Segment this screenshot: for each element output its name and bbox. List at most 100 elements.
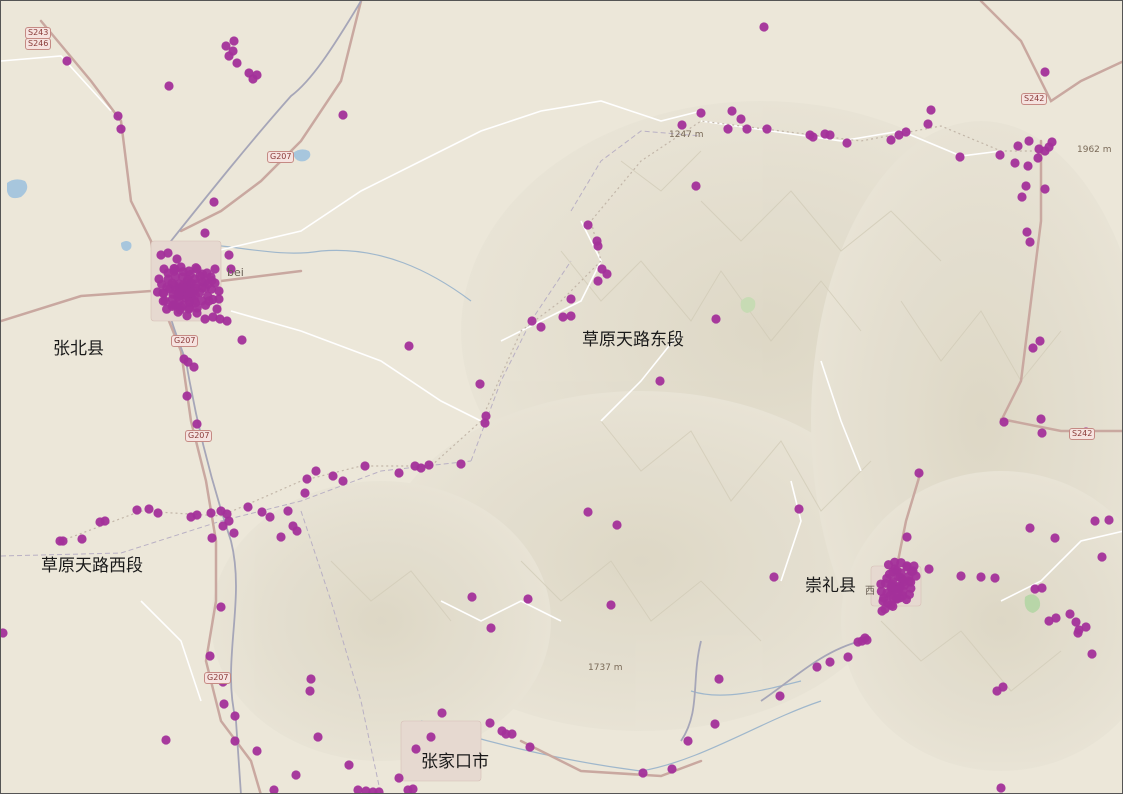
location-point: [794, 504, 804, 514]
location-point: [566, 294, 576, 304]
location-point: [210, 264, 220, 274]
location-point: [328, 471, 338, 481]
location-point: [163, 248, 173, 258]
location-point: [924, 564, 934, 574]
location-point: [204, 296, 214, 306]
location-point: [901, 127, 911, 137]
location-point: [475, 379, 485, 389]
location-point: [283, 506, 293, 516]
location-point: [1104, 515, 1114, 525]
road-shield-g207-b: G207: [171, 335, 199, 347]
location-point: [1071, 617, 1081, 627]
location-point: [1097, 552, 1107, 562]
location-point: [153, 508, 163, 518]
location-point: [265, 512, 275, 522]
elevation-label-3: 1962 m: [1077, 145, 1112, 155]
elevation-label-1: 1247 m: [669, 130, 704, 140]
location-point: [207, 533, 217, 543]
map-canvas[interactable]: S243 S246 G207 G207 G207 G207 S242 S242 …: [0, 0, 1123, 794]
location-point: [1025, 237, 1035, 247]
location-point: [228, 46, 238, 56]
location-point: [996, 783, 1006, 793]
location-point: [248, 74, 258, 84]
location-point: [842, 138, 852, 148]
location-point: [437, 708, 447, 718]
location-point: [411, 744, 421, 754]
location-point: [206, 508, 216, 518]
location-point: [825, 657, 835, 667]
location-point: [1081, 622, 1091, 632]
location-point: [176, 302, 186, 312]
location-point: [456, 459, 466, 469]
location-point: [237, 335, 247, 345]
location-point: [195, 271, 205, 281]
location-point: [592, 236, 602, 246]
location-point: [759, 22, 769, 32]
basemap: [1, 1, 1122, 793]
location-point: [276, 532, 286, 542]
location-point: [902, 532, 912, 542]
location-point: [158, 288, 168, 298]
location-point: [311, 466, 321, 476]
road-shield-s242: S242: [1021, 93, 1048, 105]
location-point: [901, 594, 912, 605]
location-point: [990, 573, 1000, 583]
road-shield-s246: S246: [25, 38, 52, 50]
label-zhangbei-county: 张北县: [53, 339, 104, 359]
location-point: [878, 596, 888, 606]
location-point: [898, 586, 908, 596]
location-point: [243, 502, 253, 512]
location-point: [184, 266, 194, 276]
location-point: [812, 662, 822, 672]
location-point: [486, 623, 496, 633]
location-point: [338, 476, 348, 486]
road-shield-g207-c: G207: [185, 430, 213, 442]
location-point: [995, 150, 1005, 160]
location-point: [404, 341, 414, 351]
location-point: [302, 474, 312, 484]
location-point: [306, 674, 316, 684]
location-point: [344, 760, 354, 770]
location-point: [485, 718, 495, 728]
location-point: [252, 746, 262, 756]
location-point: [184, 304, 194, 314]
location-point: [714, 674, 724, 684]
location-point: [853, 637, 863, 647]
location-point: [232, 58, 242, 68]
location-point: [216, 602, 226, 612]
location-point: [1022, 227, 1032, 237]
location-point: [606, 600, 616, 610]
location-point: [230, 711, 240, 721]
location-point: [426, 732, 436, 742]
location-point: [214, 294, 224, 304]
location-point: [1013, 141, 1023, 151]
location-point: [186, 512, 196, 522]
location-point: [229, 528, 239, 538]
location-point: [167, 278, 177, 288]
location-point: [677, 120, 687, 130]
location-point: [55, 536, 65, 546]
location-point: [638, 768, 648, 778]
location-point: [1050, 533, 1060, 543]
road-shield-g207-a: G207: [267, 151, 295, 163]
location-point: [711, 314, 721, 324]
location-point: [914, 468, 924, 478]
location-point: [527, 316, 537, 326]
location-point: [1021, 181, 1031, 191]
location-point: [696, 108, 706, 118]
town-label-xi: 西: [865, 586, 875, 597]
location-point: [558, 312, 568, 322]
location-point: [667, 764, 677, 774]
location-point: [203, 279, 213, 289]
location-point: [886, 582, 896, 592]
location-point: [174, 288, 184, 298]
location-point: [185, 287, 195, 298]
location-point: [655, 376, 665, 386]
location-point: [1051, 613, 1061, 623]
elevation-label-2: 1737 m: [588, 663, 623, 673]
location-point: [525, 742, 535, 752]
location-point: [176, 262, 186, 272]
location-point: [1090, 516, 1100, 526]
location-point: [727, 106, 737, 116]
label-grassland-road-west: 草原天路西段: [41, 556, 143, 576]
